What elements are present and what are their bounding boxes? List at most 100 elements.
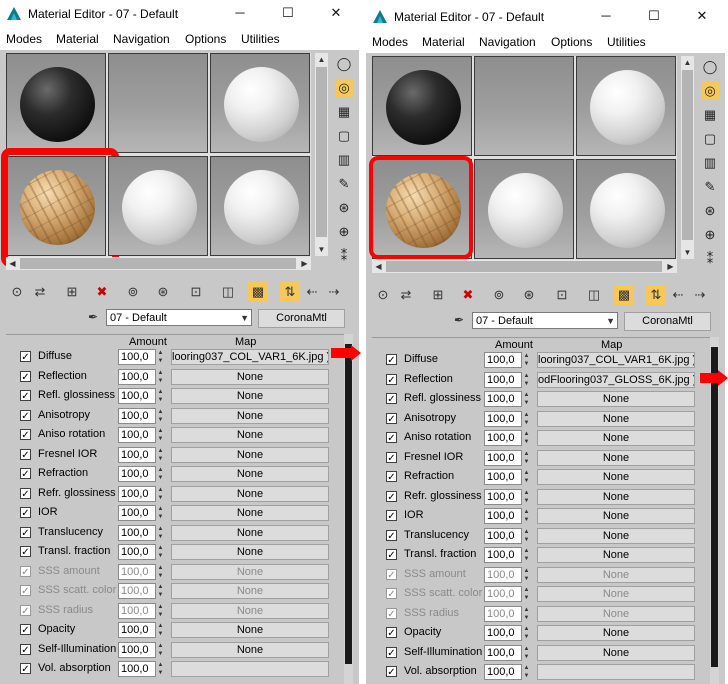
sample-slot[interactable] — [210, 53, 310, 153]
material-name-field[interactable]: 07 - Default ▼ — [472, 312, 618, 329]
amount-input[interactable]: 100,0 — [118, 563, 156, 580]
map-enable-checkbox[interactable]: ✓ — [386, 666, 397, 678]
sample-slot[interactable] — [372, 56, 472, 156]
map-slot-button[interactable]: None — [171, 505, 329, 521]
video-color-check-icon[interactable]: ▥ — [701, 154, 719, 172]
map-slot-button[interactable]: looring037_COL_VAR1_6K.jpg ) — [537, 352, 695, 368]
map-enable-checkbox[interactable]: ✓ — [386, 646, 397, 659]
amount-input[interactable]: 100,0 — [484, 508, 522, 524]
map-slot-button[interactable]: None — [171, 466, 329, 482]
get-material-icon[interactable]: ⊙ — [373, 285, 393, 305]
go-to-parent-icon[interactable]: ⇠ — [302, 282, 322, 302]
rollout-scrollbar[interactable] — [344, 334, 353, 684]
menu-material[interactable]: Material — [422, 35, 465, 49]
amount-input[interactable]: 100,0 — [118, 388, 156, 404]
amount-input[interactable]: 100,0 — [118, 661, 156, 677]
make-copy-icon[interactable]: ⊚ — [489, 285, 509, 305]
chevron-down-icon[interactable]: ▼ — [606, 313, 615, 330]
amount-input[interactable]: 100,0 — [118, 485, 156, 502]
menu-options[interactable]: Options — [185, 32, 226, 46]
assign-to-selection-icon[interactable]: ⊞ — [428, 285, 448, 305]
map-slot-button[interactable]: None — [171, 524, 329, 541]
amount-spinner[interactable]: ▲ ▼ — [156, 349, 165, 365]
map-slot-button[interactable]: None — [537, 449, 695, 466]
amount-input[interactable]: 100,0 — [484, 586, 522, 602]
map-slot-button[interactable]: None — [537, 527, 695, 544]
amount-spinner[interactable]: ▲ ▼ — [156, 466, 165, 482]
amount-spinner[interactable]: ▲ ▼ — [522, 489, 531, 505]
amount-spinner[interactable]: ▲ ▼ — [156, 388, 165, 404]
select-by-material-icon[interactable]: ⊕ — [701, 226, 719, 244]
amount-spinner[interactable]: ▲ ▼ — [522, 586, 531, 602]
sample-sphere-icon[interactable]: ◯ — [701, 58, 719, 76]
map-slot-button[interactable]: None — [537, 625, 695, 641]
go-to-parent-icon[interactable]: ⇠ — [668, 285, 688, 305]
backlight-icon[interactable]: ◎ — [701, 82, 719, 100]
map-slot-button[interactable]: None — [537, 488, 695, 505]
amount-spinner[interactable]: ▲ ▼ — [156, 427, 165, 443]
map-slot-button[interactable]: None — [537, 391, 695, 407]
scroll-left-icon[interactable]: ◀ — [372, 260, 385, 273]
map-slot-button[interactable]: None — [171, 407, 329, 424]
show-end-result-icon[interactable]: ⇅ — [280, 282, 300, 302]
map-slot-button[interactable] — [537, 664, 695, 680]
amount-spinner[interactable]: ▲ ▼ — [522, 411, 531, 427]
put-to-library-icon[interactable]: ⊡ — [186, 282, 206, 302]
amount-spinner[interactable]: ▲ ▼ — [156, 369, 165, 385]
material-name-field[interactable]: 07 - Default ▼ — [106, 309, 252, 326]
map-enable-checkbox[interactable]: ✓ — [20, 429, 31, 441]
slots-horizontal-scrollbar[interactable]: ◀ ▶ — [6, 257, 311, 270]
map-slot-button[interactable]: None — [171, 602, 329, 619]
sample-slot[interactable] — [108, 156, 208, 256]
map-slot-button[interactable]: None — [171, 368, 329, 385]
make-preview-icon[interactable]: ✎ — [701, 178, 719, 196]
amount-input[interactable]: 100,0 — [118, 583, 156, 599]
amount-spinner[interactable]: ▲ ▼ — [522, 372, 531, 388]
scroll-up-icon[interactable]: ▲ — [315, 53, 328, 66]
map-enable-checkbox[interactable]: ✓ — [20, 526, 31, 539]
map-slot-button[interactable]: None — [537, 508, 695, 524]
map-enable-checkbox[interactable]: ✓ — [20, 468, 31, 480]
material-id-icon[interactable]: ◫ — [584, 285, 604, 305]
map-slot-button[interactable]: None — [537, 566, 695, 583]
map-enable-checkbox[interactable]: ✓ — [20, 351, 31, 363]
map-enable-checkbox[interactable]: ✓ — [20, 604, 31, 617]
map-slot-button[interactable]: None — [171, 544, 329, 560]
map-slot-button[interactable]: None — [171, 583, 329, 599]
map-slot-button[interactable]: looring037_COL_VAR1_6K.jpg ) — [171, 349, 329, 365]
amount-spinner[interactable]: ▲ ▼ — [156, 447, 165, 463]
pick-material-icon[interactable]: ✒ — [452, 313, 466, 329]
amount-input[interactable]: 100,0 — [484, 605, 522, 622]
maximize-button[interactable]: ☐ — [268, 3, 308, 23]
checker-background-icon[interactable]: ▦ — [701, 106, 719, 124]
amount-input[interactable]: 100,0 — [484, 547, 522, 563]
amount-spinner[interactable]: ▲ ▼ — [522, 352, 531, 368]
amount-spinner[interactable]: ▲ ▼ — [522, 625, 531, 641]
map-enable-checkbox[interactable]: ✓ — [20, 546, 31, 558]
amount-spinner[interactable]: ▲ ▼ — [156, 544, 165, 560]
map-slot-button[interactable]: None — [171, 446, 329, 463]
map-enable-checkbox[interactable]: ✓ — [386, 588, 397, 600]
material-options-icon[interactable]: ⊛ — [701, 202, 719, 220]
menu-modes[interactable]: Modes — [6, 32, 42, 46]
scroll-right-icon[interactable]: ▶ — [664, 260, 677, 273]
material-options-icon[interactable]: ⊛ — [335, 199, 353, 217]
amount-input[interactable]: 100,0 — [118, 466, 156, 482]
amount-spinner[interactable]: ▲ ▼ — [156, 525, 165, 541]
map-enable-checkbox[interactable]: ✓ — [20, 370, 31, 383]
scroll-up-icon[interactable]: ▲ — [681, 56, 694, 69]
material-navigator-icon[interactable]: ⁑ — [701, 250, 719, 268]
amount-spinner[interactable]: ▲ ▼ — [156, 642, 165, 658]
material-type-button[interactable]: CoronaMtl — [624, 312, 711, 331]
map-slot-button[interactable]: None — [537, 547, 695, 563]
amount-input[interactable]: 100,0 — [484, 488, 522, 505]
checker-background-icon[interactable]: ▦ — [335, 103, 353, 121]
amount-spinner[interactable]: ▲ ▼ — [522, 664, 531, 680]
amount-input[interactable]: 100,0 — [118, 641, 156, 658]
minimize-button[interactable]: ─ — [220, 3, 260, 23]
amount-input[interactable]: 100,0 — [118, 524, 156, 541]
amount-input[interactable]: 100,0 — [484, 430, 522, 446]
rollout-scroll-thumb[interactable] — [711, 347, 718, 667]
reset-map-icon[interactable]: ✖ — [458, 285, 478, 305]
amount-spinner[interactable]: ▲ ▼ — [156, 622, 165, 638]
